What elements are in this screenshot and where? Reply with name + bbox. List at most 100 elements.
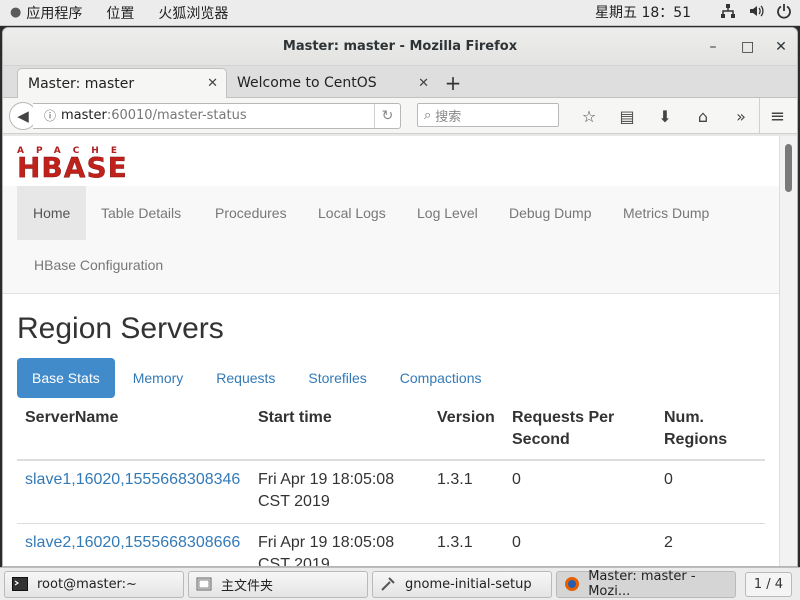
- applications-menu-label: 应用程序: [26, 5, 83, 22]
- toolbar-icons: ☆ ▤ ⬇ ⌂ »: [570, 98, 760, 134]
- task-label: root@master:~: [37, 576, 137, 592]
- minimize-icon[interactable]: –: [707, 39, 719, 55]
- search-icon: ⌕: [424, 107, 432, 123]
- nav-log-level[interactable]: Log Level: [417, 186, 478, 240]
- overflow-chevron-icon[interactable]: »: [722, 107, 760, 126]
- tab-label: Welcome to CentOS: [237, 75, 377, 91]
- tab-base-stats[interactable]: Base Stats: [17, 358, 115, 398]
- col-start-time: Start time: [250, 399, 429, 461]
- tab-strip: Master: master ✕ Welcome to CentOS ✕ +: [3, 66, 797, 98]
- maximize-icon[interactable]: □: [741, 39, 754, 55]
- hamburger-menu-icon[interactable]: ≡: [758, 98, 785, 134]
- nav-procedures[interactable]: Procedures: [215, 186, 287, 240]
- page-scrollbar[interactable]: [779, 136, 797, 566]
- apps-icon: ●: [10, 5, 22, 20]
- site-navbar: Home Table Details Procedures Local Logs…: [3, 186, 779, 294]
- clock[interactable]: 星期五 18：51: [595, 0, 691, 26]
- task-home-folder[interactable]: 主文件夹: [188, 570, 368, 598]
- tab-requests[interactable]: Requests: [201, 358, 290, 398]
- window-title: Master: master - Mozilla Firefox: [282, 39, 518, 54]
- table-cell: 0: [504, 459, 656, 523]
- table-row: slave1,16020,1555668308346 Fri Apr 19 18…: [17, 459, 765, 523]
- table-cell: 1.3.1: [429, 522, 504, 566]
- url-bar[interactable]: ⓘ master :60010/master-status ↻: [33, 102, 401, 129]
- window-controls: – □ ✕: [707, 28, 787, 66]
- table-row: slave2,16020,1555668308666 Fri Apr 19 18…: [17, 522, 765, 566]
- power-icon[interactable]: [776, 3, 792, 23]
- region-server-tabs: Base Stats Memory Requests Storefiles Co…: [17, 358, 499, 398]
- url-host: master: [61, 108, 107, 123]
- table-cell: slave1,16020,1555668308346: [17, 459, 250, 523]
- region-servers-table: ServerName Start time Version Requests P…: [17, 399, 765, 566]
- tab-storefiles[interactable]: Storefiles: [293, 358, 381, 398]
- tab-centos[interactable]: Welcome to CentOS ✕: [227, 69, 437, 97]
- page-viewport: APACHE HBASE Home Table Details Procedur…: [3, 136, 779, 566]
- bookmark-star-icon[interactable]: ☆: [570, 107, 608, 126]
- firefox-icon: [563, 576, 580, 592]
- volume-icon[interactable]: [748, 3, 764, 23]
- close-tab-icon[interactable]: ✕: [418, 76, 429, 91]
- table-cell: 2: [656, 522, 765, 566]
- close-tab-icon[interactable]: ✕: [207, 76, 218, 91]
- home-icon[interactable]: ⌂: [684, 107, 722, 126]
- places-menu[interactable]: 位置: [92, 0, 144, 26]
- reading-list-icon[interactable]: ▤: [608, 107, 646, 126]
- search-input[interactable]: ⌕ 搜索: [417, 103, 559, 127]
- firefox-launcher[interactable]: 火狐浏览器: [144, 0, 238, 26]
- hbase-logo[interactable]: APACHE HBASE: [17, 146, 155, 184]
- nav-home[interactable]: Home: [17, 186, 87, 240]
- tab-label: Master: master: [28, 75, 135, 92]
- table-cell: 0: [656, 459, 765, 523]
- close-icon[interactable]: ✕: [775, 39, 787, 55]
- table-cell: slave2,16020,1555668308666: [17, 522, 250, 566]
- scrollbar-thumb[interactable]: [785, 144, 792, 192]
- table-header-row: ServerName Start time Version Requests P…: [17, 399, 765, 461]
- task-label: 主文件夹: [221, 578, 274, 594]
- terminal-icon: [11, 576, 29, 592]
- table-cell: Fri Apr 19 18:05:08 CST 2019: [250, 459, 429, 523]
- task-gnome-initial-setup[interactable]: gnome-initial-setup: [372, 570, 552, 598]
- site-info-icon[interactable]: ⓘ: [39, 107, 61, 124]
- nav-local-logs[interactable]: Local Logs: [318, 186, 386, 240]
- table-cell: Fri Apr 19 18:05:08 CST 2019: [250, 522, 429, 566]
- downloads-icon[interactable]: ⬇: [646, 107, 684, 126]
- window-titlebar[interactable]: Master: master - Mozilla Firefox – □ ✕: [3, 28, 797, 66]
- window-list-taskbar: root@master:~ 主文件夹 gnome-initial-setup M…: [0, 567, 800, 600]
- nav-debug-dump[interactable]: Debug Dump: [509, 186, 592, 240]
- task-label: Master: master - Mozi...: [588, 569, 696, 599]
- table-cell: 0: [504, 522, 656, 566]
- back-arrow-icon: ◀: [17, 106, 29, 125]
- tab-master[interactable]: Master: master ✕: [17, 68, 227, 98]
- col-server-name: ServerName: [17, 399, 250, 461]
- nav-hbase-configuration[interactable]: HBase Configuration: [34, 240, 163, 290]
- task-firefox[interactable]: Master: master - Mozi...: [556, 569, 736, 599]
- network-icon[interactable]: [720, 3, 736, 23]
- setup-tools-icon: [379, 576, 397, 592]
- workspace-indicator[interactable]: 1 / 4: [744, 572, 792, 597]
- task-terminal[interactable]: root@master:~: [4, 570, 184, 598]
- reload-icon[interactable]: ↻: [374, 103, 400, 128]
- url-path: :60010/master-status: [106, 108, 247, 123]
- tab-memory[interactable]: Memory: [118, 358, 199, 398]
- col-version: Version: [429, 399, 504, 461]
- server-link[interactable]: slave1,16020,1555668308346: [25, 471, 240, 488]
- search-placeholder: 搜索: [435, 109, 462, 125]
- file-manager-icon: [195, 576, 213, 592]
- server-link[interactable]: slave2,16020,1555668308666: [25, 534, 240, 551]
- nav-metrics-dump[interactable]: Metrics Dump: [623, 186, 709, 240]
- new-tab-button[interactable]: +: [437, 69, 469, 97]
- page-title: Region Servers: [17, 312, 224, 345]
- task-label: gnome-initial-setup: [405, 576, 532, 592]
- col-num-regions: Num. Regions: [656, 399, 765, 461]
- firefox-window: Master: master - Mozilla Firefox – □ ✕ M…: [2, 27, 798, 567]
- firefox-launcher-label: 火狐浏览器: [158, 5, 229, 22]
- col-requests-per-second: Requests Per Second: [504, 399, 656, 461]
- table-cell: 1.3.1: [429, 459, 504, 523]
- logo-hbase: HBASE: [17, 151, 128, 184]
- nav-table-details[interactable]: Table Details: [101, 186, 181, 240]
- tab-compactions[interactable]: Compactions: [385, 358, 497, 398]
- system-tray[interactable]: [720, 0, 792, 26]
- navigation-toolbar: ◀ ⓘ master :60010/master-status ↻ ⌕ 搜索 ☆…: [3, 98, 797, 134]
- applications-menu[interactable]: ● 应用程序: [0, 0, 92, 26]
- places-menu-label: 位置: [106, 5, 135, 22]
